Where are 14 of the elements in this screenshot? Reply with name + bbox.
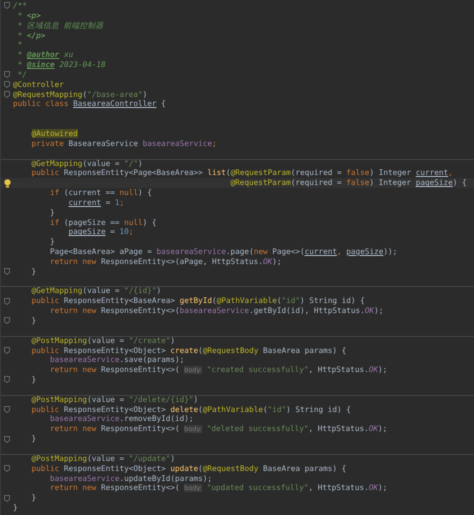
fold-icon[interactable]	[4, 298, 10, 305]
fold-icon[interactable]	[4, 71, 10, 78]
fold-icon[interactable]	[4, 91, 10, 98]
fold-icon[interactable]	[4, 465, 10, 472]
fold-icon[interactable]	[4, 346, 10, 354]
fold-icon[interactable]	[4, 317, 10, 324]
fold-icon[interactable]	[4, 494, 10, 502]
fold-icon[interactable]	[4, 406, 10, 414]
fold-icon[interactable]	[4, 376, 10, 384]
fold-icon[interactable]	[4, 81, 10, 88]
fold-icon[interactable]	[4, 2, 10, 10]
lightbulb-icon[interactable]	[4, 178, 10, 188]
fold-icon[interactable]	[4, 436, 10, 443]
fold-icon[interactable]	[4, 268, 10, 276]
